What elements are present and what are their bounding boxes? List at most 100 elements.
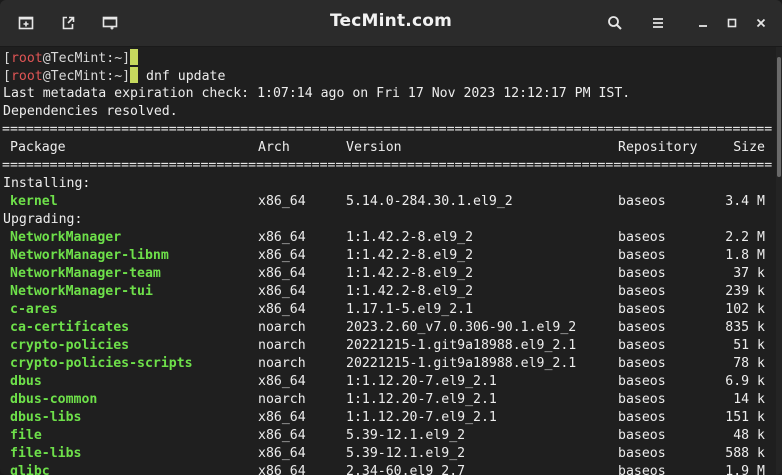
table-row: dbus x86_64 1:1.12.20-7.el9_2.1 baseos 6… [0, 373, 776, 391]
minimize-button[interactable] [690, 11, 716, 35]
package-repo: baseos [618, 230, 666, 245]
package-repo: baseos [618, 194, 666, 209]
package-arch: x86_64 [258, 230, 306, 245]
package-arch: noarch [258, 392, 306, 407]
package-repo: baseos [618, 302, 666, 317]
section-upgrading: Upgrading: [3, 212, 83, 227]
package-repo: baseos [618, 428, 666, 443]
package-size: 1.9 M [725, 464, 765, 475]
header-size: Size [733, 140, 765, 155]
search-icon [608, 16, 622, 30]
package-size: 14 k [733, 392, 765, 407]
table-header: Package Arch Version Repository Size [0, 139, 776, 157]
package-name: crypto-policies-scripts [10, 356, 193, 371]
package-name: NetworkManager-tui [10, 284, 153, 299]
package-name: dbus-common [10, 392, 98, 407]
command-text: dnf update [138, 69, 226, 84]
header-arch: Arch [258, 140, 290, 155]
package-arch: x86_64 [258, 302, 306, 317]
package-size: 239 k [725, 284, 765, 299]
package-repo: baseos [618, 266, 666, 281]
table-row: file-libs x86_64 5.39-12.1.el9_2 baseos … [0, 445, 776, 463]
package-version: 1.17.1-5.el9_2.1 [346, 302, 474, 317]
package-size: 3.4 M [725, 194, 765, 209]
package-version: 5.14.0-284.30.1.el9_2 [346, 194, 513, 209]
package-repo: baseos [618, 338, 666, 353]
package-version: 2.34-60.el9_2.7 [346, 464, 466, 475]
package-arch: x86_64 [258, 428, 306, 443]
cursor-block [130, 49, 139, 65]
package-repo: baseos [618, 248, 666, 263]
separator-line: ========================================… [2, 158, 772, 173]
terminal-window: TecMint.com [root@TecMint:~] [root@TecMi… [0, 0, 782, 475]
package-name: dbus [10, 374, 42, 389]
close-button[interactable] [748, 11, 774, 35]
package-size: 835 k [725, 320, 765, 335]
package-size: 2.2 M [725, 230, 765, 245]
package-arch: noarch [258, 356, 306, 371]
hamburger-menu-icon [653, 18, 663, 28]
package-arch: x86_64 [258, 266, 306, 281]
package-version: 20221215-1.git9a18988.el9_2.1 [346, 356, 577, 371]
package-arch: x86_64 [258, 410, 306, 425]
package-arch: x86_64 [258, 194, 306, 209]
search-button[interactable] [602, 11, 628, 35]
menu-button[interactable] [645, 11, 671, 35]
section-installing: Installing: [3, 176, 91, 191]
package-version: 1:1.12.20-7.el9_2.1 [346, 374, 497, 389]
scrollbar-thumb[interactable] [777, 57, 781, 177]
separator-line: ========================================… [2, 122, 772, 137]
package-version: 1:1.42.2-8.el9_2 [346, 248, 474, 263]
table-row: NetworkManager-team x86_64 1:1.42.2-8.el… [0, 265, 776, 283]
table-row: NetworkManager x86_64 1:1.42.2-8.el9_2 b… [0, 229, 776, 247]
maximize-button[interactable] [719, 11, 745, 35]
package-version: 1:1.42.2-8.el9_2 [346, 284, 474, 299]
package-version: 1:1.42.2-8.el9_2 [346, 266, 474, 281]
package-version: 1:1.12.20-7.el9_2.1 [346, 392, 497, 407]
package-size: 1.8 M [725, 248, 765, 263]
package-repo: baseos [618, 320, 666, 335]
close-icon [756, 18, 766, 28]
package-arch: x86_64 [258, 284, 306, 299]
package-name: NetworkManager-libnm [10, 248, 169, 263]
package-size: 48 k [733, 428, 765, 443]
package-size: 6.9 k [725, 374, 765, 389]
maximize-icon [727, 18, 737, 28]
table-row: NetworkManager-tui x86_64 1:1.42.2-8.el9… [0, 283, 776, 301]
package-arch: noarch [258, 338, 306, 353]
package-repo: baseos [618, 284, 666, 299]
package-name: c-ares [10, 302, 58, 317]
package-arch: x86_64 [258, 446, 306, 461]
package-size: 78 k [733, 356, 765, 371]
metadata-line: Last metadata expiration check: 1:07:14 … [3, 86, 631, 101]
package-repo: baseos [618, 410, 666, 425]
table-row: dbus-common noarch 1:1.12.20-7.el9_2.1 b… [0, 391, 776, 409]
package-name: file-libs [10, 446, 82, 461]
package-name: crypto-policies [10, 338, 130, 353]
title-bar: TecMint.com [0, 0, 782, 47]
table-row: glibc x86_64 2.34-60.el9_2.7 baseos 1.9 … [0, 463, 776, 475]
package-name: NetworkManager [10, 230, 122, 245]
package-name: dbus-libs [10, 410, 82, 425]
package-arch: x86_64 [258, 374, 306, 389]
header-version: Version [346, 140, 402, 155]
terminal-scrollbar[interactable] [776, 47, 782, 475]
dependencies-line: Dependencies resolved. [3, 104, 178, 119]
package-repo: baseos [618, 464, 666, 475]
table-row: file x86_64 5.39-12.1.el9_2 baseos 48 k [0, 427, 776, 445]
table-row: kernel x86_64 5.14.0-284.30.1.el9_2 base… [0, 193, 776, 211]
package-repo: baseos [618, 446, 666, 461]
package-repo: baseos [618, 392, 666, 407]
package-name: NetworkManager-team [10, 266, 161, 281]
package-repo: baseos [618, 356, 666, 371]
terminal-output[interactable]: [root@TecMint:~] [root@TecMint:~] dnf up… [0, 47, 776, 475]
table-row: c-ares x86_64 1.17.1-5.el9_2.1 baseos 10… [0, 301, 776, 319]
package-name: file [10, 428, 42, 443]
package-arch: noarch [258, 320, 306, 335]
package-version: 5.39-12.1.el9_2 [346, 428, 466, 443]
table-row: dbus-libs x86_64 1:1.12.20-7.el9_2.1 bas… [0, 409, 776, 427]
table-row: NetworkManager-libnm x86_64 1:1.42.2-8.e… [0, 247, 776, 265]
prompt-line: [root@TecMint:~] [3, 49, 139, 67]
package-arch: x86_64 [258, 464, 306, 475]
cursor-block [130, 67, 139, 83]
